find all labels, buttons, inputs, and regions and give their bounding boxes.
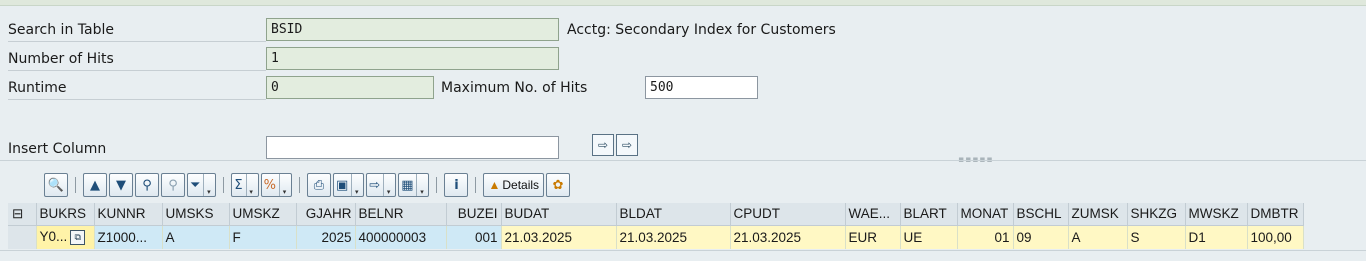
- results-table: ⊟ BUKRS KUNNR UMSKS UMSKZ GJAHR BELNR BU…: [8, 203, 1304, 249]
- column-header[interactable]: BLDAT: [616, 203, 731, 226]
- column-header[interactable]: BUDAT: [501, 203, 617, 226]
- table-cell[interactable]: A: [162, 225, 230, 249]
- table-cell[interactable]: 09: [1013, 225, 1069, 249]
- find-next-icon[interactable]: ⚲: [161, 173, 185, 197]
- runtime-label: Runtime: [8, 77, 266, 100]
- column-header[interactable]: ZUMSK: [1068, 203, 1128, 226]
- insert-column-label: Insert Column: [8, 141, 107, 157]
- table-cell[interactable]: EUR: [845, 225, 901, 249]
- favorite-icon[interactable]: ✿: [546, 173, 571, 197]
- table-description: Acctg: Secondary Index for Customers: [567, 22, 836, 38]
- column-header[interactable]: MONAT: [957, 203, 1014, 226]
- value-help-icon[interactable]: ⧉: [70, 230, 86, 246]
- insert-column-input[interactable]: [266, 136, 559, 159]
- runtime-field: 0: [266, 76, 434, 99]
- column-header[interactable]: BUKRS: [36, 203, 95, 226]
- table-cell[interactable]: UE: [900, 225, 958, 249]
- details-view-icon[interactable]: 🔍: [44, 173, 68, 197]
- sum-icon[interactable]: Σ ▾: [231, 173, 259, 197]
- column-header[interactable]: DMBTR: [1247, 203, 1304, 226]
- toolbar-separator: [298, 177, 300, 193]
- export-dropdown-icon[interactable]: ▾: [383, 174, 393, 196]
- table-cell[interactable]: A: [1068, 225, 1128, 249]
- table-cell[interactable]: 100,00: [1247, 225, 1304, 249]
- table-cell[interactable]: Y0... ⧉: [35, 225, 95, 249]
- toolbar-separator: [75, 177, 76, 193]
- column-header[interactable]: SHKZG: [1127, 203, 1186, 226]
- table-cell[interactable]: 21.03.2025: [501, 225, 617, 249]
- sort-ascending-icon[interactable]: ▲: [83, 173, 107, 197]
- details-button-label: Details: [502, 178, 540, 192]
- search-in-table-label: Search in Table: [8, 19, 266, 42]
- table-cell[interactable]: 001: [446, 225, 502, 249]
- column-header[interactable]: BLART: [900, 203, 958, 226]
- toolbar-separator: [436, 177, 438, 193]
- select-all-icon[interactable]: ⊟: [8, 203, 37, 226]
- column-header[interactable]: BUZEI: [446, 203, 502, 226]
- subtotal-dropdown-icon[interactable]: ▾: [278, 174, 289, 196]
- table-cell[interactable]: 21.03.2025: [616, 225, 731, 249]
- table-cell[interactable]: 21.03.2025: [730, 225, 846, 249]
- max-hits-input[interactable]: 500: [645, 76, 758, 99]
- cell-value: Y0...: [39, 229, 68, 245]
- table-cell[interactable]: D1: [1185, 225, 1248, 249]
- table-cell[interactable]: 400000003: [355, 225, 447, 249]
- search-in-table-field: BSID: [266, 18, 559, 41]
- column-header[interactable]: BELNR: [355, 203, 447, 226]
- column-header[interactable]: GJAHR: [296, 203, 356, 226]
- table-cell[interactable]: 01: [957, 225, 1014, 249]
- subtotal-icon[interactable]: % ▾: [260, 173, 292, 197]
- views-icon[interactable]: ▣ ▾: [332, 173, 365, 197]
- sum-dropdown-icon[interactable]: ▾: [245, 174, 256, 196]
- table-cell[interactable]: 2025: [296, 225, 356, 249]
- table-row[interactable]: Y0... ⧉ Z1000... A F 2025 400000003 001 2…: [8, 225, 1304, 249]
- print-icon[interactable]: ⎙: [306, 173, 331, 197]
- number-of-hits-field: 1: [266, 47, 559, 70]
- column-header[interactable]: UMSKZ: [229, 203, 297, 226]
- toolbar-separator: [475, 177, 477, 193]
- details-button[interactable]: ▲ Details: [483, 173, 545, 197]
- row-selector[interactable]: [8, 225, 37, 249]
- insert-column-before-icon[interactable]: ⇨: [592, 134, 614, 156]
- top-strip: [0, 0, 1366, 6]
- insert-column-after-icon[interactable]: ⇨: [616, 134, 638, 156]
- details-icon: ▲: [488, 178, 501, 192]
- info-icon[interactable]: i: [444, 173, 469, 197]
- column-header[interactable]: CPUDT: [730, 203, 846, 226]
- layout-dropdown-icon[interactable]: ▾: [416, 174, 426, 196]
- max-hits-label: Maximum No. of Hits: [441, 80, 588, 96]
- column-header[interactable]: MWSKZ: [1185, 203, 1248, 226]
- column-header[interactable]: BSCHL: [1013, 203, 1069, 226]
- find-icon[interactable]: ⚲: [135, 173, 159, 197]
- table-cell[interactable]: Z1000...: [94, 225, 163, 249]
- alv-toolbar: 🔍 ▲ ▼ ⚲ ⚲ ⏷ ▾ Σ ▾ % ▾ ⎙ ▣ ▾ ⇨ ▾ ▦ ▾ i ▲ Details…: [44, 172, 572, 198]
- filter-dropdown-icon[interactable]: ▾: [203, 174, 213, 196]
- table-cell[interactable]: S: [1127, 225, 1186, 249]
- table-cell[interactable]: F: [229, 225, 297, 249]
- export-icon[interactable]: ⇨ ▾: [366, 173, 397, 197]
- toolbar-separator: [223, 177, 225, 193]
- column-header[interactable]: KUNNR: [94, 203, 163, 226]
- layout-icon[interactable]: ▦ ▾: [398, 173, 430, 197]
- number-of-hits-label: Number of Hits: [8, 48, 266, 71]
- filter-icon[interactable]: ⏷ ▾: [187, 173, 217, 197]
- sort-descending-icon[interactable]: ▼: [109, 173, 133, 197]
- column-header[interactable]: WAE...: [845, 203, 901, 226]
- views-dropdown-icon[interactable]: ▾: [351, 174, 361, 196]
- table-header-row: ⊟ BUKRS KUNNR UMSKS UMSKZ GJAHR BELNR BU…: [8, 203, 1304, 226]
- section-divider: [0, 160, 1366, 161]
- table-bottom-border: [0, 250, 1366, 251]
- column-header[interactable]: UMSKS: [162, 203, 230, 226]
